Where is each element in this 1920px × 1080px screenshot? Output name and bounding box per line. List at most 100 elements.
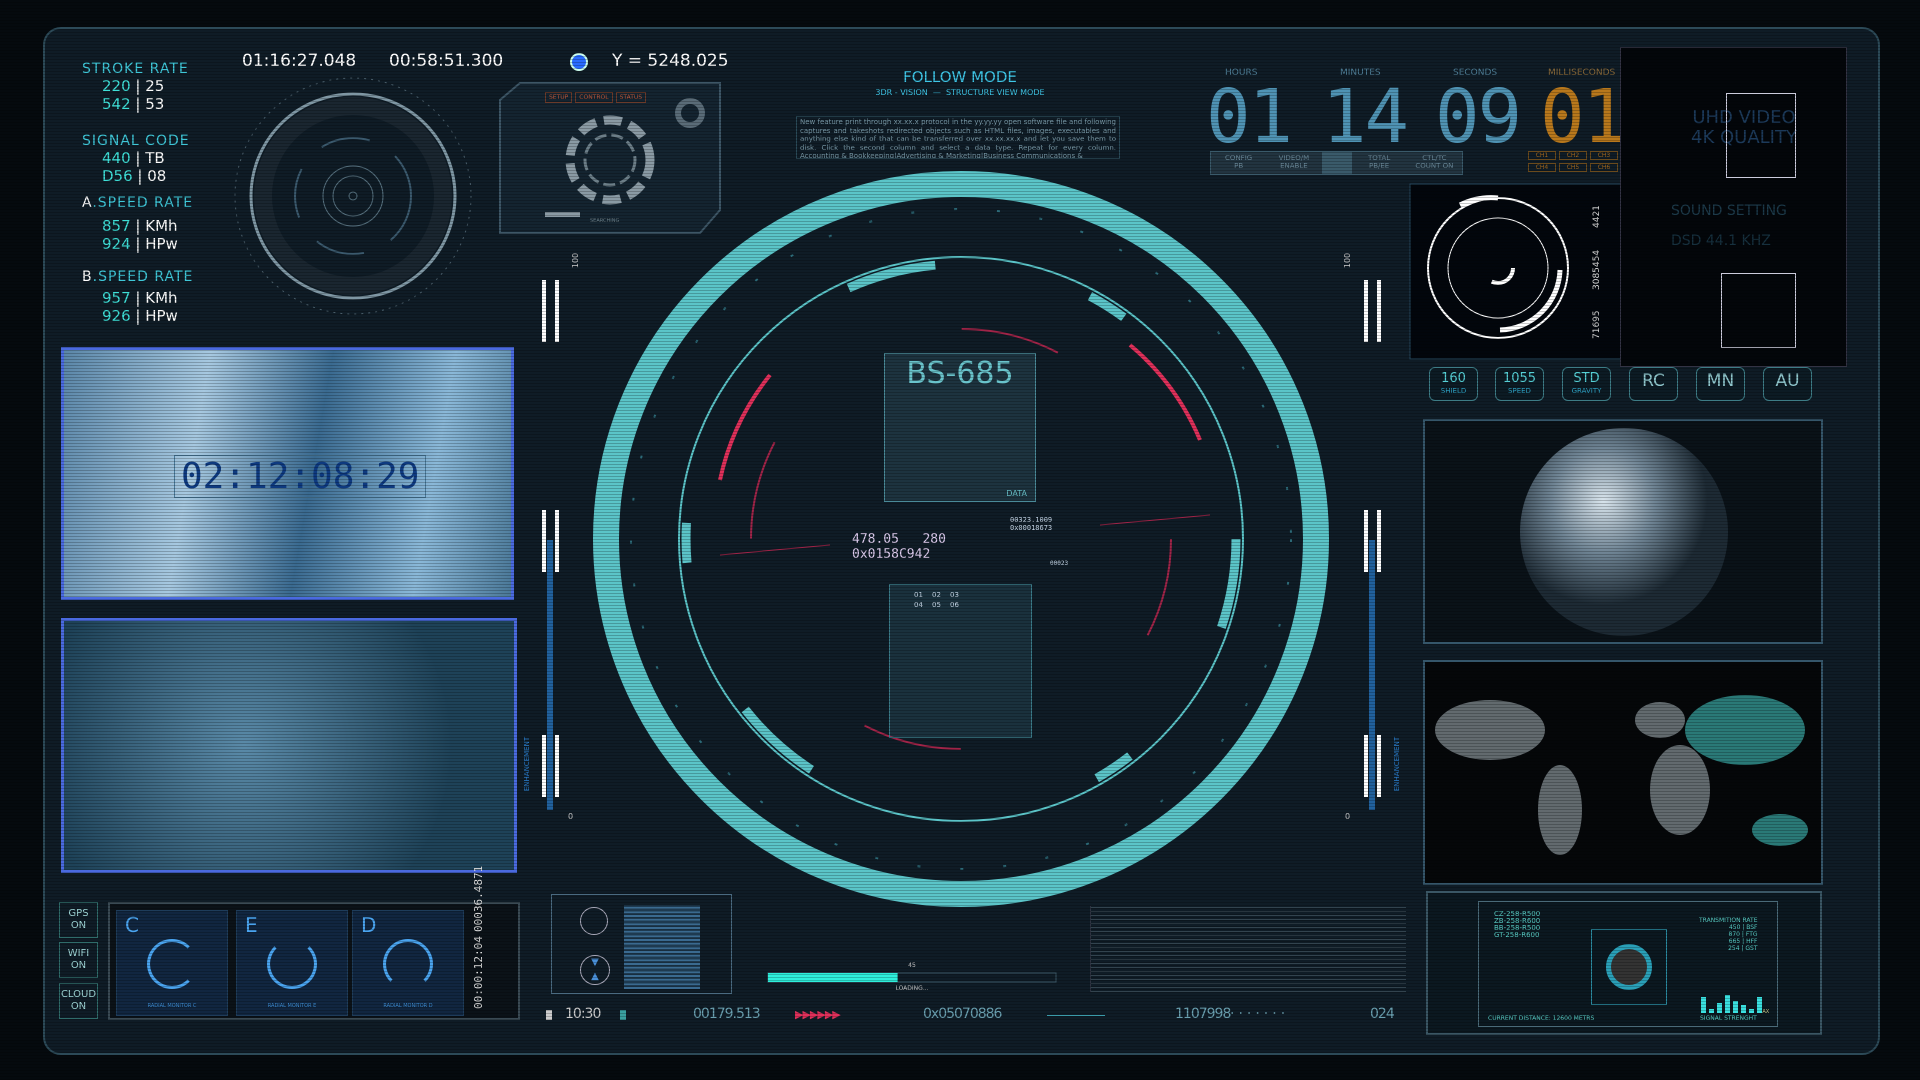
v: 665	[1728, 938, 1741, 945]
clock-ms: 01	[1540, 74, 1627, 160]
signal-bar	[1701, 997, 1706, 1013]
rb: 00036.4871	[472, 865, 485, 933]
clock-hours: 01	[1206, 74, 1293, 160]
gauge-top-right: 100	[1343, 252, 1353, 269]
cell: 05	[932, 601, 941, 609]
signal-bars	[1701, 993, 1762, 1013]
cfg: TOTAL	[1368, 154, 1391, 162]
r1: 478.05 280	[852, 532, 946, 547]
value: 08	[147, 167, 167, 185]
value: 440	[102, 149, 131, 167]
cloud-toggle[interactable]: CLOUD ON	[59, 983, 98, 1019]
l: SPEED	[1508, 387, 1531, 395]
signal-bar	[1757, 997, 1762, 1013]
value: KMh	[145, 217, 178, 235]
c: RADIAL MONITOR C	[147, 1003, 197, 1009]
channel-button[interactable]: CH1	[1528, 151, 1556, 160]
gps-toggle[interactable]: GPS ON	[59, 902, 98, 938]
rc-button[interactable]: RC	[1629, 367, 1678, 401]
follow-mode-header: FOLLOW MODE 3DR - VISION — STRUCTURE VIE…	[800, 68, 1120, 97]
status-c: 0x05070886	[923, 1006, 1002, 1022]
status-bar: 10:30 00179.513 ▶▶▶▶▶▶ 0x05070886 110799…	[540, 1006, 1410, 1026]
tab-control[interactable]: CONTROL	[575, 92, 613, 103]
radial-monitors-panel: C RADIAL MONITOR C E RADIAL MONITOR E D RAD…	[108, 866, 520, 1020]
tab-status[interactable]: STATUS	[615, 92, 647, 103]
left-gauge	[542, 280, 559, 810]
satellite-map-panel: 02:12:08:29	[61, 347, 514, 600]
cell: 01	[914, 591, 923, 599]
radar-dial	[234, 77, 472, 315]
v: 160	[1441, 371, 1466, 386]
cfg: COUNT ON	[1415, 162, 1454, 170]
radial-monitor-d: D RADIAL MONITOR D	[352, 910, 464, 1016]
channel-button[interactable]: CH5	[1559, 163, 1587, 172]
y-readout: Y = 5248.025	[612, 51, 729, 71]
signal-label: SIGNAL STRENGHT	[1700, 1015, 1757, 1022]
au-button[interactable]: AU	[1763, 367, 1812, 401]
map-timecode: 02:12:08:29	[174, 455, 427, 498]
cell: 02	[932, 591, 941, 599]
loading-fill	[768, 973, 898, 982]
search-status: SEARCHING	[590, 218, 620, 224]
c: RADIAL MONITOR E	[267, 1003, 317, 1009]
channel-button[interactable]: CH3	[1590, 151, 1618, 160]
wifi-toggle[interactable]: WIFI ON	[59, 942, 98, 978]
gauge-bottom-right: 0	[1345, 812, 1351, 821]
clock-seconds: 09	[1435, 74, 1522, 160]
s: ON	[70, 920, 87, 931]
channel-button[interactable]: CH2	[1559, 151, 1587, 160]
t: TRANSMITION RATE	[1699, 917, 1758, 924]
channel-button[interactable]: CH6	[1590, 163, 1618, 172]
time-readout-2: 00:58:51.300	[389, 51, 504, 71]
radial-monitor-c: C RADIAL MONITOR C	[116, 910, 228, 1016]
b-speed-label: SPEED RATE	[98, 269, 194, 285]
clock-minutes: 14	[1322, 74, 1409, 160]
gravity-button[interactable]: STD GRAVITY	[1562, 367, 1611, 401]
sound-khz: DSD 44.1 KHZ	[1671, 233, 1771, 249]
channel-button[interactable]: CH4	[1528, 163, 1556, 172]
config-box: CONFIG PB VIDEO/M ENABLE TOTAL PB/EE CTL/TC…	[1210, 151, 1463, 175]
value: D56	[102, 167, 133, 185]
l: SHIELD	[1440, 387, 1467, 395]
v: 1055	[1502, 371, 1537, 386]
video-settings-panel: UHD VIDEO 4K QUALITY SOUND SETTING DSD 44…	[1620, 47, 1847, 367]
speed-button[interactable]: 1055 SPEED	[1495, 367, 1544, 401]
cfg: PB	[1234, 162, 1244, 170]
r5: 00023	[1050, 560, 1069, 567]
terrain-map-panel	[61, 618, 517, 873]
mn-button[interactable]: MN	[1696, 367, 1745, 401]
shield-button[interactable]: 160 SHIELD	[1429, 367, 1478, 401]
readout-secondary: 00323.1009 0x00018673	[1010, 516, 1052, 532]
cell: 03	[950, 591, 959, 599]
value: KMh	[145, 289, 178, 307]
a-speed-label: SPEED RATE	[97, 195, 194, 211]
status-d: 1107998	[1175, 1006, 1231, 1022]
u: HFF	[1746, 938, 1758, 945]
log-text-block	[1090, 906, 1406, 992]
v: 254	[1728, 945, 1740, 952]
r4: 0x00018673	[1010, 524, 1053, 532]
gauge-top-left: 100	[571, 252, 581, 269]
tab-setup[interactable]: SETUP	[545, 92, 573, 103]
cfg: CTL/TC	[1422, 154, 1447, 162]
value: 220	[102, 77, 131, 95]
radar-values: 71695 3085454 4421	[1592, 195, 1614, 350]
loading-label: LOADING...	[895, 985, 929, 992]
value: HPw	[145, 235, 178, 253]
loading-value: 45	[908, 962, 916, 969]
signal-code-label: SIGNAL CODE	[82, 133, 190, 149]
value: 71695	[1592, 310, 1602, 340]
v: 870	[1728, 931, 1740, 938]
view-mode-label: STRUCTURE VIEW MODE	[945, 88, 1045, 97]
cfg: VIDEO/M	[1278, 154, 1310, 162]
crosshair-box	[1591, 929, 1667, 1005]
value: 857	[102, 217, 131, 235]
target-lock-panel: CZ-258-R500 ZB-258-R600 BB-258-R500 GT-258-…	[1426, 891, 1822, 1035]
data-grid-panel: 01 02 03 04 05 06	[889, 584, 1032, 738]
signal-bar	[1749, 1009, 1754, 1013]
info-paragraph: New feature print through xx.xx.x protoc…	[796, 116, 1120, 159]
crosshair-icon	[1606, 944, 1652, 990]
cfg: CONFIG	[1225, 154, 1253, 162]
transmission-rates: TRANSMITION RATE 450 | BSF 870 | FTG 665…	[1699, 917, 1758, 952]
signal-bar	[1717, 1003, 1722, 1013]
